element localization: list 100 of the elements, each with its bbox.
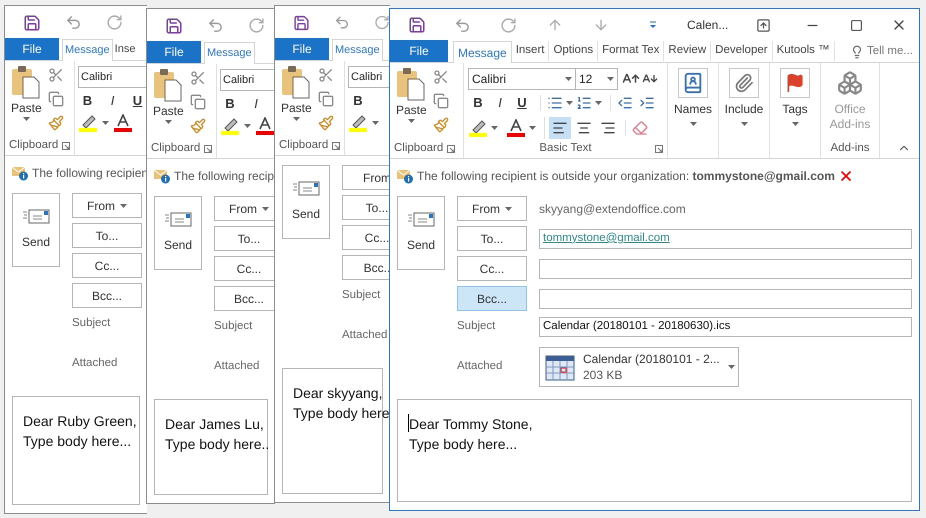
launcher-icon[interactable]: [332, 142, 340, 150]
font-color-icon[interactable]: [255, 117, 275, 135]
paste-icon[interactable]: [281, 65, 312, 99]
address-button[interactable]: From: [457, 196, 527, 221]
file-tab[interactable]: File: [275, 38, 329, 60]
format-button[interactable]: I: [490, 93, 510, 113]
launcher-icon[interactable]: [447, 145, 456, 153]
undo-icon[interactable]: [334, 14, 350, 31]
address-button[interactable]: Bcc...: [457, 286, 527, 311]
bullets-icon[interactable]: [547, 95, 563, 111]
format-button[interactable]: B: [220, 94, 240, 114]
ribbon-button[interactable]: Include: [722, 63, 766, 126]
scissors-icon[interactable]: [318, 67, 334, 83]
ribbon-tab[interactable]: Developer: [711, 41, 773, 61]
font-field[interactable]: Calibri: [468, 68, 576, 90]
scissors-icon[interactable]: [190, 70, 206, 86]
paste-label[interactable]: Paste: [11, 99, 42, 117]
ribbon-tab[interactable]: Message: [62, 39, 113, 61]
eraser-icon[interactable]: [632, 120, 648, 136]
ribbon-button[interactable]: Names: [671, 63, 715, 126]
send-button[interactable]: Send: [282, 165, 330, 239]
ribbon-tab[interactable]: Review: [664, 41, 712, 61]
ribbon-tab[interactable]: Message: [332, 39, 383, 61]
save-icon[interactable]: [293, 14, 310, 32]
message-body[interactable]: Dear Tommy Stone, Type body here...: [397, 399, 912, 502]
message-body[interactable]: Dear Ruby Green, Type body here...: [12, 396, 140, 505]
paintbrush-icon[interactable]: [318, 115, 334, 131]
highlighter-icon[interactable]: [78, 114, 98, 132]
increase-indent-icon[interactable]: [639, 95, 655, 111]
address-button[interactable]: Cc...: [457, 256, 527, 281]
file-tab[interactable]: File: [390, 40, 448, 62]
address-button[interactable]: Cc...: [72, 253, 142, 278]
ribbon-tab[interactable]: Kutools ™: [772, 41, 835, 61]
address-field[interactable]: [539, 288, 912, 308]
file-tab[interactable]: File: [5, 38, 59, 60]
redo-icon[interactable]: [500, 16, 517, 34]
paste-label[interactable]: Paste: [396, 101, 427, 119]
format-button[interactable]: U: [128, 91, 147, 111]
redo-icon[interactable]: [248, 17, 265, 34]
paste-icon[interactable]: [396, 67, 426, 101]
highlighter-icon[interactable]: [220, 117, 240, 135]
send-button[interactable]: Send: [12, 193, 60, 267]
scissors-icon[interactable]: [48, 67, 64, 83]
down-arrow-icon[interactable]: [593, 17, 609, 33]
customize-icon[interactable]: [649, 21, 657, 29]
copy-icon[interactable]: [432, 93, 449, 109]
launcher-icon[interactable]: [62, 142, 70, 150]
highlighter-icon[interactable]: [468, 119, 488, 137]
format-button[interactable]: I: [103, 91, 122, 111]
launcher-icon[interactable]: [204, 145, 212, 153]
undo-icon[interactable]: [454, 16, 471, 34]
address-button[interactable]: To...: [72, 223, 142, 248]
file-tab[interactable]: File: [147, 41, 201, 63]
paste-icon[interactable]: [153, 68, 184, 102]
font-size-field[interactable]: 12: [576, 68, 618, 90]
ribbon-tab[interactable]: Format Tex: [598, 41, 664, 61]
ribbon-tab[interactable]: Insert: [512, 41, 550, 61]
numbering-icon[interactable]: [576, 95, 592, 111]
font-color-icon[interactable]: [506, 119, 526, 137]
address-field[interactable]: [539, 258, 912, 278]
format-button[interactable]: B: [348, 91, 368, 111]
paste-label[interactable]: Paste: [153, 102, 184, 120]
paintbrush-icon[interactable]: [432, 117, 449, 133]
subject-field[interactable]: Calendar (20180101 - 20180630).ics: [539, 317, 912, 337]
ribbon-tab[interactable]: Message: [453, 41, 512, 63]
decrease-indent-icon[interactable]: [617, 95, 633, 111]
format-button[interactable]: B: [78, 91, 97, 111]
redo-icon[interactable]: [106, 14, 123, 31]
ribbon-tab[interactable]: Options: [549, 41, 598, 61]
align-button[interactable]: [549, 117, 571, 139]
send-button[interactable]: Send: [154, 196, 202, 270]
format-button[interactable]: I: [246, 94, 266, 114]
ribbon-display-icon[interactable]: [756, 18, 772, 32]
ribbon-tab[interactable]: Message: [204, 42, 255, 64]
attachment-card[interactable]: Calendar (20180101 - 2... 203 KB: [539, 347, 739, 387]
copy-icon[interactable]: [190, 94, 206, 110]
font-color-icon[interactable]: [113, 114, 133, 132]
save-icon[interactable]: [23, 14, 41, 32]
tell-me-field[interactable]: Tell me...: [844, 41, 919, 63]
address-button[interactable]: To...: [457, 226, 527, 251]
ribbon-button[interactable]: Tags: [773, 63, 817, 126]
scissors-icon[interactable]: [432, 69, 449, 85]
address-button[interactable]: From: [72, 193, 142, 218]
copy-icon[interactable]: [318, 91, 334, 107]
format-button[interactable]: B: [468, 93, 488, 113]
paste-label[interactable]: Paste: [281, 99, 312, 117]
save-icon[interactable]: [165, 16, 183, 34]
redo-icon[interactable]: [374, 14, 390, 31]
highlighter-icon[interactable]: [348, 114, 368, 132]
undo-icon[interactable]: [65, 14, 82, 31]
copy-icon[interactable]: [48, 91, 64, 107]
ribbon-tab[interactable]: Inse: [112, 39, 138, 59]
address-button[interactable]: Bcc...: [72, 283, 142, 308]
format-button[interactable]: U: [512, 93, 532, 113]
address-field[interactable]: tommystone@gmail.com: [539, 228, 912, 248]
launcher-icon[interactable]: [654, 145, 663, 153]
send-button[interactable]: Send: [397, 196, 445, 270]
maximize-icon[interactable]: [850, 18, 864, 32]
paintbrush-icon[interactable]: [190, 118, 206, 134]
undo-icon[interactable]: [207, 17, 224, 34]
